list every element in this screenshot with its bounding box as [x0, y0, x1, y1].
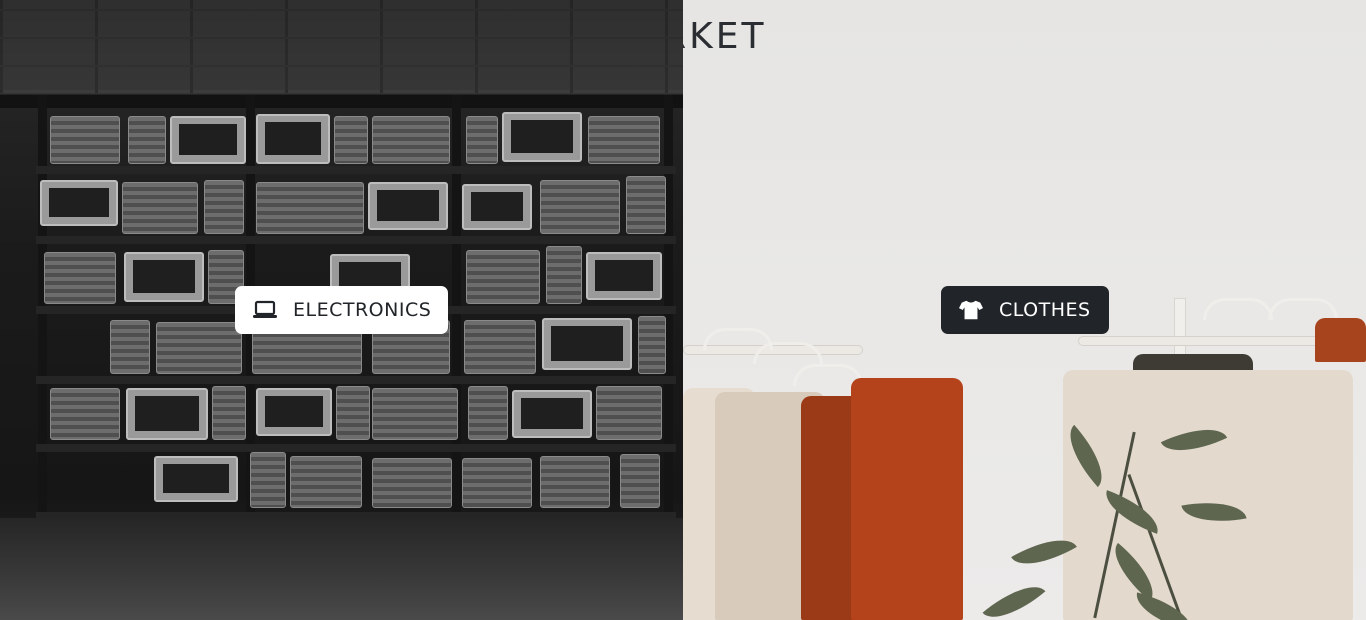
computer-case [638, 316, 666, 374]
computer-case [336, 386, 370, 440]
clothes-category-label: CLOTHES [999, 299, 1091, 321]
computer-case [464, 320, 536, 374]
electronics-category-button[interactable]: ELECTRONICS [235, 286, 448, 334]
shelf-board [36, 444, 676, 452]
hanger [1268, 298, 1338, 320]
computer-case [596, 386, 662, 440]
computer-case [128, 116, 166, 164]
computer-case [250, 452, 286, 508]
computer-case [372, 458, 452, 508]
computer-case [156, 322, 242, 374]
computer-case [50, 116, 120, 164]
crt-monitor [154, 456, 238, 502]
computer-case [466, 116, 498, 164]
computer-case [620, 454, 660, 508]
computer-case [546, 246, 582, 304]
computer-case [122, 182, 198, 234]
computer-case [468, 386, 508, 440]
shelf-board [36, 236, 676, 244]
computer-case [50, 388, 120, 440]
shelf-board [36, 376, 676, 384]
computer-case [540, 456, 610, 508]
computer-case [466, 250, 540, 304]
computer-case [204, 180, 244, 234]
clothing-rack-bar [1078, 336, 1343, 346]
crt-monitor [512, 390, 592, 438]
title-mask [0, 0, 683, 95]
orange-jacket [851, 378, 963, 620]
hanger [1203, 298, 1273, 320]
crt-monitor [586, 252, 662, 300]
clothes-category-button[interactable]: CLOTHES [941, 286, 1109, 334]
crt-monitor [462, 184, 532, 230]
orange-garment [1315, 318, 1366, 362]
shelf-beam [0, 94, 683, 108]
electronics-category-label: ELECTRONICS [293, 299, 432, 321]
crt-monitor [40, 180, 118, 226]
crt-monitor [542, 318, 632, 370]
shirt-icon [959, 298, 983, 322]
crt-monitor [256, 388, 332, 436]
computer-case [540, 180, 620, 234]
crt-monitor [502, 112, 582, 162]
laptop-icon [253, 298, 277, 322]
hanger [753, 342, 823, 364]
computer-case [110, 320, 150, 374]
crt-monitor [124, 252, 204, 302]
computer-case [462, 458, 532, 508]
crt-monitor [368, 182, 448, 230]
computer-case [212, 386, 246, 440]
computer-case [290, 456, 362, 508]
shelf-board [36, 166, 676, 174]
crt-monitor [256, 114, 330, 164]
crt-monitor [170, 116, 246, 164]
computer-case [372, 116, 450, 164]
brick-wall [0, 0, 683, 95]
computer-case [626, 176, 666, 234]
computer-case [256, 182, 364, 234]
crt-monitor [126, 388, 208, 440]
plant-leaf [982, 572, 1046, 620]
concrete-floor [0, 518, 683, 620]
computer-case [588, 116, 660, 164]
computer-case [372, 388, 458, 440]
computer-case [334, 116, 368, 164]
computer-case [44, 252, 116, 304]
